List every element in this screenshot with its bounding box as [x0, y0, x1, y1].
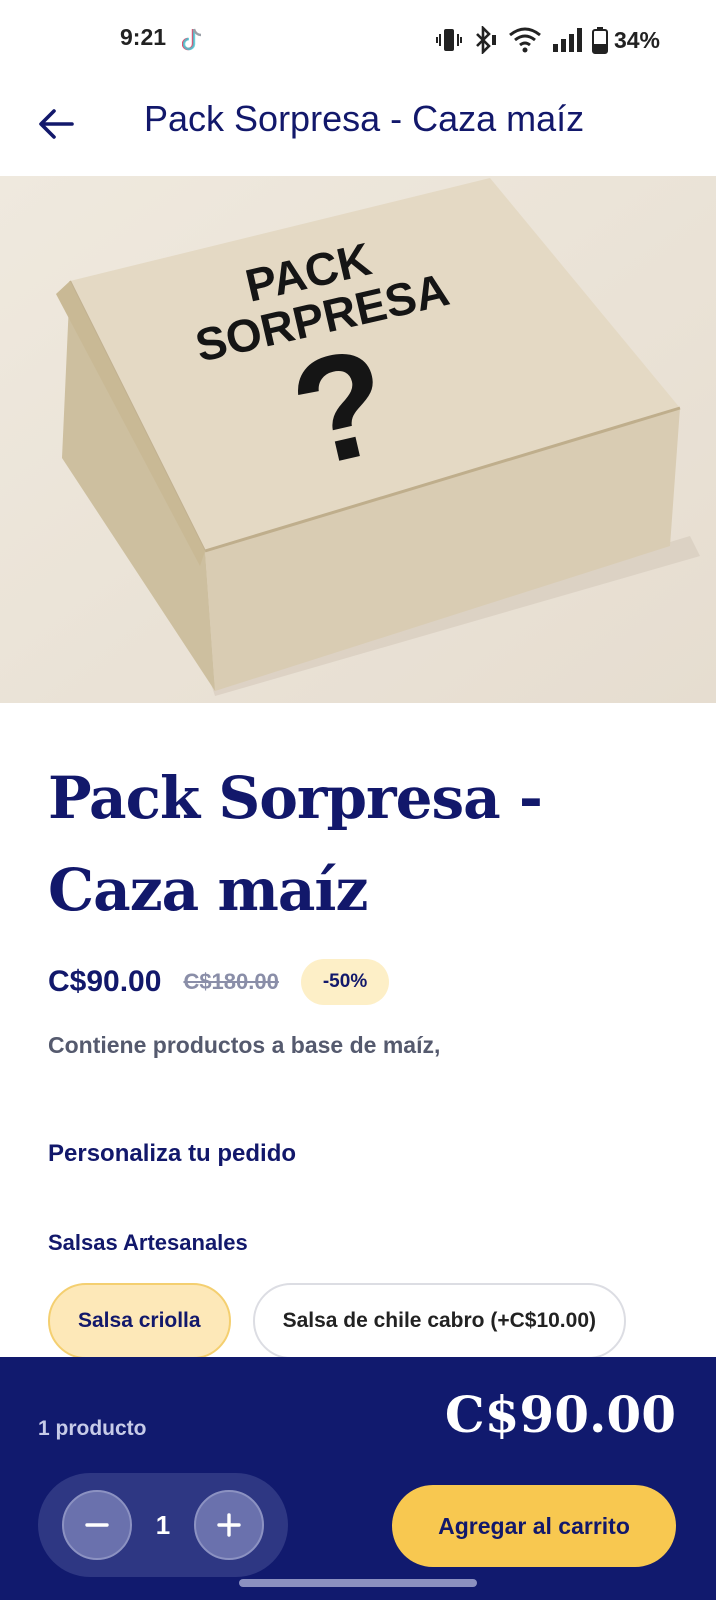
- sauce-options: Salsa criolla Salsa de chile cabro (+C$1…: [48, 1283, 626, 1359]
- add-to-cart-button[interactable]: Agregar al carrito: [392, 1485, 676, 1567]
- back-button[interactable]: [30, 98, 82, 150]
- wifi-icon: [509, 27, 541, 53]
- product-title: Pack Sorpresa - Caza maíz: [48, 764, 543, 924]
- product-description: Contiene productos a base de maíz,: [48, 1032, 441, 1058]
- app-bar: Pack Sorpresa - Caza maíz: [0, 80, 716, 176]
- battery-icon: [591, 27, 608, 54]
- bottom-cart-bar: 1 producto C$90.00 1 Agregar al carrito: [0, 1357, 716, 1600]
- vibrate-icon: [435, 29, 462, 51]
- option-chip-salsa-chile-cabro[interactable]: Salsa de chile cabro (+C$10.00): [252, 1283, 626, 1359]
- page-title: Pack Sorpresa - Caza maíz: [144, 98, 585, 139]
- quantity-value: 1: [155, 1509, 171, 1540]
- increase-button[interactable]: [194, 1490, 264, 1560]
- discount-badge: -50%: [300, 959, 390, 1005]
- price-original: C$180.00: [183, 969, 279, 994]
- battery-percent: 34%: [613, 26, 660, 53]
- item-count: 1 producto: [38, 1417, 147, 1440]
- sauces-heading: Salsas Artesanales: [48, 1230, 248, 1255]
- price-row: C$90.00 C$180.00 -50%: [48, 958, 390, 1006]
- home-indicator[interactable]: [239, 1579, 477, 1587]
- product-image: PACK SORPRESA ?: [0, 176, 716, 703]
- total-price: C$90.00: [444, 1385, 676, 1444]
- option-chip-salsa-criolla[interactable]: Salsa criolla: [48, 1283, 231, 1359]
- arrow-left-icon: [39, 109, 74, 139]
- plus-icon: [217, 1513, 241, 1537]
- minus-icon: [85, 1523, 109, 1527]
- customize-heading: Personaliza tu pedido: [48, 1140, 297, 1167]
- quantity-stepper: 1: [38, 1473, 288, 1577]
- bluetooth-icon: [476, 26, 496, 54]
- tiktok-icon: [182, 28, 202, 51]
- price-current: C$90.00: [48, 965, 162, 998]
- status-bar: 9:21 34%: [0, 0, 716, 80]
- status-time: 9:21: [120, 24, 167, 50]
- decrease-button[interactable]: [62, 1490, 132, 1560]
- signal-icon: [552, 28, 582, 52]
